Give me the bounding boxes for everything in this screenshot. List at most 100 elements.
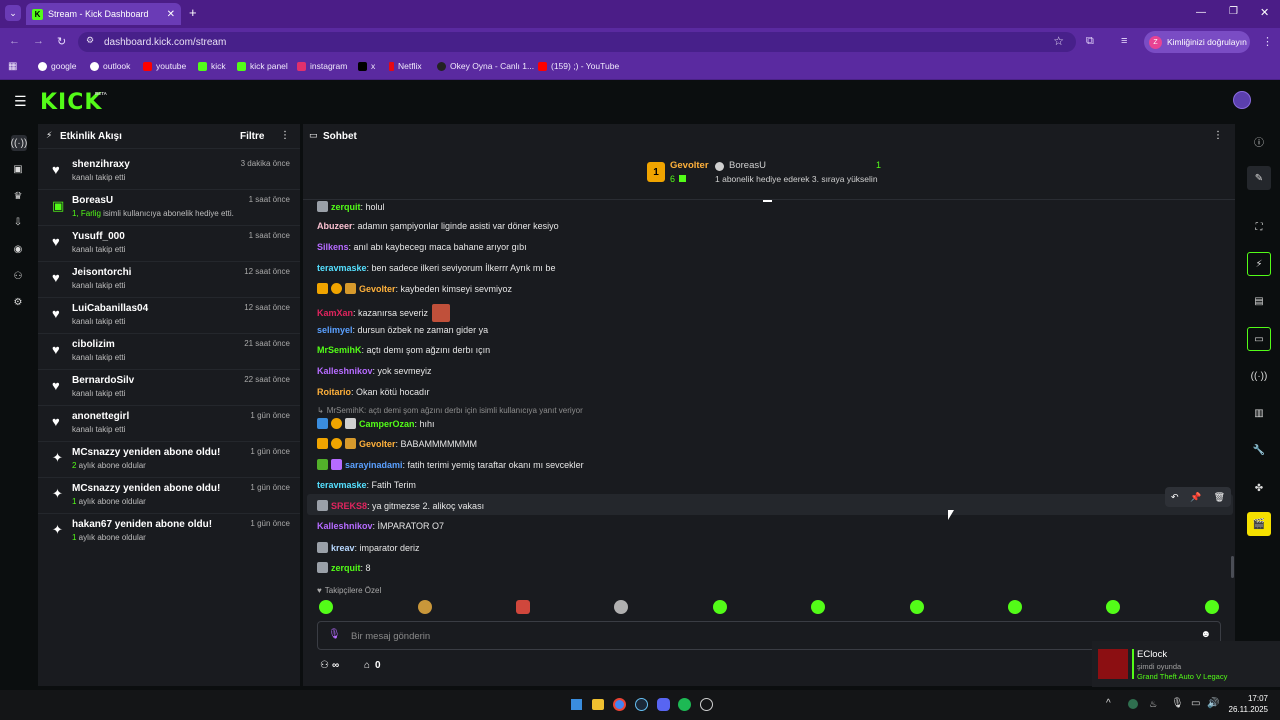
apps-grid-icon[interactable]: ▦	[8, 61, 17, 72]
viewers-stat[interactable]: ⚇ ∞	[320, 660, 339, 671]
stream-icon[interactable]: ((·))	[11, 135, 27, 151]
upload-icon[interactable]: ⇩	[11, 215, 25, 229]
notes-icon[interactable]: ▤	[1252, 294, 1266, 308]
chat-icon[interactable]: ▭	[1247, 327, 1271, 351]
clock-date[interactable]: 26.11.2025	[1221, 705, 1268, 714]
bookmark-okey[interactable]: Okey Oyna - Canlı 1...	[437, 61, 534, 71]
window-close-button[interactable]: ✕	[1260, 6, 1269, 19]
chat-message[interactable]: Abuzeer: adamın şampiyonlar liginde asis…	[317, 221, 559, 231]
emote-button[interactable]	[811, 600, 825, 614]
emote-button[interactable]	[516, 600, 530, 614]
tray-overflow-icon[interactable]: ^	[1106, 698, 1111, 709]
steam-icon[interactable]	[635, 698, 648, 711]
site-info-icon[interactable]: ⚙	[86, 35, 94, 46]
bookmark-kick-panel[interactable]: kick panel	[237, 61, 288, 71]
chat-scrollbar[interactable]	[1231, 556, 1234, 578]
emote-button[interactable]	[713, 600, 727, 614]
layout-icon[interactable]: ▥	[1252, 406, 1266, 420]
chat-message[interactable]: sarayinadami: fatih terimi yemiş tarafta…	[317, 459, 584, 470]
tray-steam-icon[interactable]: ♨	[1149, 699, 1157, 710]
kick-logo[interactable]: KICK	[40, 90, 102, 115]
bookmark-star-icon[interactable]: ☆	[1053, 34, 1064, 48]
chat-message[interactable]: Kalleshnikov: İMPARATOR O7	[317, 521, 444, 531]
bookmark-netflix[interactable]: Netflix	[389, 61, 422, 71]
bookmark-x[interactable]: x	[358, 61, 375, 71]
chat-message[interactable]: Roitario: Okan kötü hocadır	[317, 387, 430, 397]
forward-button[interactable]: →	[33, 35, 44, 47]
chat-message[interactable]: zerquit: holul	[317, 201, 385, 212]
store-stat[interactable]: ⌂ 0	[364, 660, 381, 671]
extensions-icon[interactable]: ⧉	[1086, 35, 1094, 48]
fullscreen-icon[interactable]: ⛶	[1252, 220, 1266, 234]
analytics-icon[interactable]: ▣	[11, 162, 25, 176]
bookmark-kick[interactable]: kick	[198, 61, 226, 71]
microphone-icon[interactable]: 🎙	[328, 629, 341, 640]
discord-icon[interactable]	[657, 698, 670, 711]
bookmark-youtube[interactable]: youtube	[143, 61, 186, 71]
chat-message[interactable]: Kalleshnikov: yok sevmeyiz	[317, 366, 432, 376]
reload-button[interactable]: ↻	[57, 35, 66, 48]
new-tab-button[interactable]: +	[189, 5, 197, 20]
activity-menu-icon[interactable]: ⋮	[280, 130, 290, 141]
webcam-icon[interactable]: ◉	[11, 242, 25, 256]
reply-context[interactable]: ↳ MrSemihK: açtı demi şom ağzını derbı iç…	[317, 406, 583, 415]
maximize-button[interactable]: ❐	[1229, 6, 1238, 17]
emote-button[interactable]	[614, 600, 628, 614]
tray-display-icon[interactable]: ▭	[1191, 698, 1200, 709]
file-explorer-icon[interactable]	[592, 699, 604, 710]
chat-message[interactable]: teravmaske: Fatih Terim	[317, 480, 416, 490]
emote-button[interactable]	[910, 600, 924, 614]
clapper-icon[interactable]: 🎬	[1247, 512, 1271, 536]
trophy-icon[interactable]: ♛	[11, 189, 25, 203]
chat-message[interactable]: MrSemihK: açtı demı şom ağzını derbı ıçı…	[317, 345, 490, 355]
edit-icon[interactable]: ✎	[1247, 166, 1271, 190]
chrome-icon[interactable]	[613, 698, 626, 711]
back-button[interactable]: ←	[9, 35, 20, 47]
chat-message[interactable]: teravmaske: ben sadece ilkeri seviyorum …	[317, 263, 555, 273]
chat-input[interactable]: 🎙 Bir mesaj gönderin ☻	[317, 621, 1221, 650]
chat-message[interactable]: kreav: imparator deriz	[317, 542, 420, 553]
chat-message[interactable]: selimyel: dursun özbek ne zaman gider ya	[317, 325, 488, 335]
tools-icon[interactable]: 🔧	[1252, 443, 1266, 457]
media-icon[interactable]: ≡	[1121, 35, 1127, 47]
top-gifter-name[interactable]: Gevolter	[670, 160, 709, 171]
chat-message[interactable]: Silkens: anıl abı kaybecegı maca bahane …	[317, 242, 527, 252]
chat-message[interactable]: Gevolter: kaybeden kimseyi sevmiyoz	[317, 283, 512, 294]
start-icon[interactable]	[571, 699, 582, 710]
tray-mic-icon[interactable]: 🎙	[1171, 698, 1184, 709]
user-avatar[interactable]	[1233, 91, 1251, 109]
chat-message[interactable]: KamXan: kazanırsa severiz	[317, 304, 451, 322]
bookmark-youtube-playlist[interactable]: (159) ;) - YouTube	[538, 61, 619, 71]
delete-icon[interactable]: 🗑	[1214, 492, 1225, 503]
integrations-icon[interactable]: ✤	[1252, 481, 1266, 495]
hamburger-menu-icon[interactable]: ☰	[14, 93, 27, 110]
spotify-icon[interactable]	[678, 698, 691, 711]
community-icon[interactable]: ⚇	[11, 269, 25, 283]
reply-icon[interactable]: ↶	[1171, 492, 1179, 503]
emoji-picker-icon[interactable]: ☻	[1200, 629, 1211, 640]
browser-menu-icon[interactable]: ⋮	[1262, 35, 1273, 48]
game-notification[interactable]: EClock şimdi oyunda Grand Theft Auto V L…	[1092, 641, 1280, 687]
bookmark-google[interactable]: google	[38, 61, 77, 71]
emote-button[interactable]	[1106, 600, 1120, 614]
app-icon[interactable]	[700, 698, 713, 711]
address-bar[interactable]: ⚙ dashboard.kick.com/stream ☆	[78, 32, 1076, 52]
chat-menu-icon[interactable]: ⋮	[1213, 130, 1223, 141]
chat-message[interactable]: SREKS8: ya gitmezse 2. alikoç vakası	[317, 500, 484, 511]
info-icon[interactable]: ⓘ	[1252, 134, 1266, 149]
emote-button[interactable]	[418, 600, 432, 614]
pin-icon[interactable]: 📌	[1190, 492, 1201, 503]
chat-message[interactable]: zerquit: 8	[317, 562, 371, 573]
emote-button[interactable]	[1205, 600, 1219, 614]
browser-tab[interactable]: K Stream - Kick Dashboard ✕	[26, 3, 181, 25]
emote-button[interactable]	[319, 600, 333, 614]
chat-message[interactable]: CamperOzan: hıhı	[317, 418, 435, 429]
tray-app-icon[interactable]	[1128, 699, 1138, 709]
clock-time[interactable]: 17:07	[1236, 694, 1268, 703]
gift-event-name[interactable]: BoreasU	[729, 160, 766, 171]
tab-close-icon[interactable]: ✕	[167, 9, 175, 20]
settings-icon[interactable]: ⚙	[11, 295, 25, 309]
emote-button[interactable]	[1008, 600, 1022, 614]
broadcast-icon[interactable]: ((·))	[1251, 369, 1268, 383]
filter-button[interactable]: Filtre	[240, 131, 264, 142]
